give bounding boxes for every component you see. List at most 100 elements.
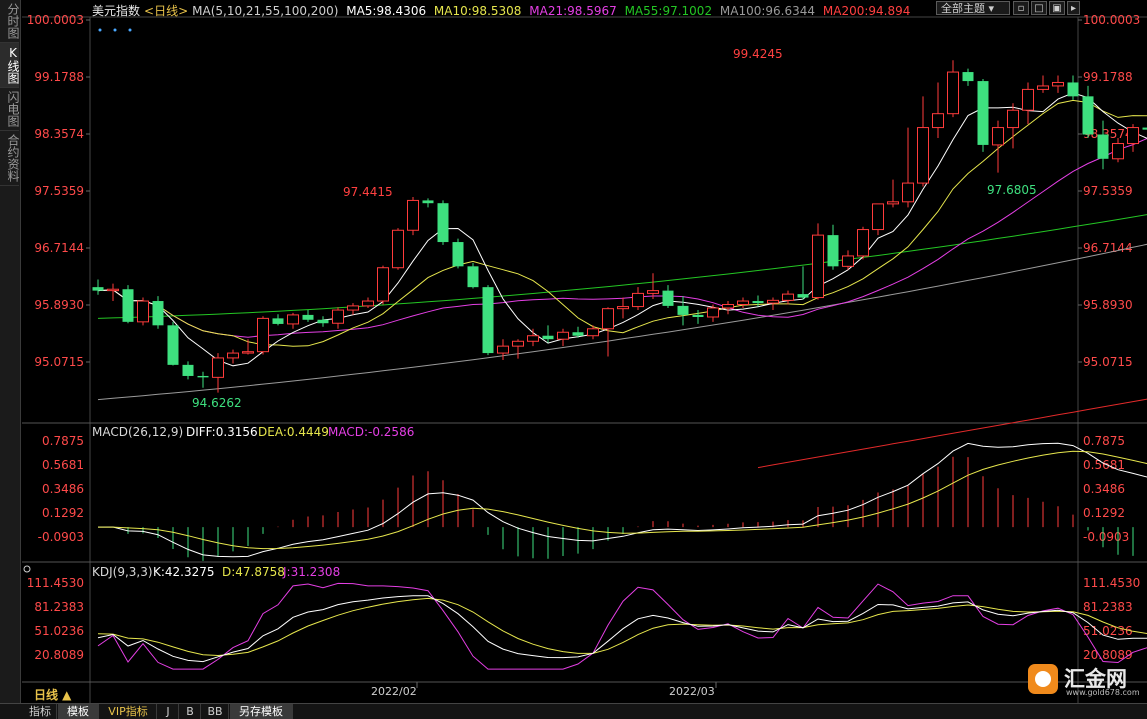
- candle-body: [498, 346, 509, 353]
- candle-body: [963, 72, 974, 81]
- candle-body: [363, 301, 374, 306]
- candle-body: [1083, 96, 1094, 134]
- price-tick-label-left: 95.0715: [34, 355, 84, 369]
- macd-tick-label-left: 0.5681: [42, 458, 84, 472]
- kdj-tick-label-right: 81.2383: [1083, 600, 1133, 614]
- x-tick-label: 2022/03: [669, 685, 715, 698]
- kdj-tick-label-left: 20.8089: [34, 648, 84, 662]
- candle-body: [468, 266, 479, 287]
- candle-body: [858, 230, 869, 256]
- candle-body: [768, 300, 779, 303]
- candle-body: [1113, 144, 1124, 159]
- candle-body: [273, 318, 284, 324]
- footer-toolbar: 指标 模板 VIP指标 J B BB 另存模板: [0, 703, 1147, 719]
- price-tick-label-right: 95.0715: [1083, 355, 1133, 369]
- candle-body: [783, 294, 794, 300]
- candle-body: [948, 72, 959, 114]
- price-tick-label-left: 97.5359: [34, 184, 84, 198]
- candle-body: [873, 204, 884, 230]
- candle-body: [723, 305, 734, 308]
- candle-body: [288, 315, 299, 324]
- candle-body: [393, 230, 404, 267]
- candle-body: [993, 128, 1004, 145]
- kdj-k-line: [98, 596, 1147, 662]
- candle-body: [1128, 128, 1139, 144]
- candle-body: [1008, 110, 1019, 127]
- macd-tick-label-left: 0.7875: [42, 434, 84, 448]
- kdj-tick-label-left: 51.0236: [34, 624, 84, 638]
- candle-body: [828, 235, 839, 266]
- candle-body: [543, 336, 554, 339]
- candle-body: [558, 332, 569, 339]
- high-annotation: 99.4245: [733, 47, 783, 61]
- tab-j[interactable]: J: [158, 704, 179, 719]
- candle-body: [888, 202, 899, 204]
- price-tick-label-right: 97.5359: [1083, 184, 1133, 198]
- dot-marker: [99, 29, 102, 32]
- macd-hist-value: MACD:-0.2586: [328, 425, 414, 439]
- macd-label: MACD(26,12,9): [92, 425, 183, 439]
- tab-bb[interactable]: BB: [202, 704, 229, 719]
- candle-body: [243, 352, 254, 353]
- candle-body: [513, 341, 524, 346]
- tab-save-template[interactable]: 另存模板: [230, 704, 293, 719]
- candle-body: [528, 336, 539, 342]
- candle-body: [693, 315, 704, 317]
- candle-body: [978, 81, 989, 145]
- candle-body: [123, 289, 134, 322]
- candle-body: [1068, 82, 1079, 96]
- kdj-d-value: D:47.8758: [222, 565, 285, 579]
- candle-body: [663, 291, 674, 306]
- ma5-line: [98, 93, 1147, 366]
- trough-annotation: 94.6262: [192, 396, 242, 410]
- dot-marker: [114, 29, 117, 32]
- kdj-marker-icon: [24, 566, 30, 572]
- candle-body: [108, 289, 119, 290]
- candle-body: [228, 353, 239, 358]
- tab-b[interactable]: B: [180, 704, 201, 719]
- price-tick-label-right: 100.0003: [1083, 13, 1140, 27]
- price-tick-label-left: 96.7144: [34, 241, 84, 255]
- macd-tick-label-right: 0.1292: [1083, 506, 1125, 520]
- candle-body: [1023, 89, 1034, 110]
- candle-body: [198, 376, 209, 377]
- candle-body: [708, 308, 719, 317]
- macd-tick-label-left: 0.3486: [42, 482, 84, 496]
- candle-body: [168, 325, 179, 365]
- candle-body: [603, 309, 614, 329]
- price-tick-label-left: 100.0003: [27, 13, 84, 27]
- period-indicator[interactable]: 日线 ▲: [34, 686, 71, 703]
- candle-body: [483, 287, 494, 353]
- price-tick-label-left: 99.1788: [34, 70, 84, 84]
- candle-body: [903, 183, 914, 202]
- macd-diff-value: DIFF:0.3156: [186, 425, 258, 439]
- logo-mark-icon: [1028, 664, 1058, 694]
- candle-body: [933, 114, 944, 128]
- price-tick-label-left: 98.3574: [34, 127, 84, 141]
- candle-body: [633, 293, 644, 306]
- dot-marker: [129, 29, 132, 32]
- kdj-j-value: J:31.2308: [282, 565, 340, 579]
- macd-diff-line: [98, 443, 1147, 557]
- candle-body: [138, 301, 149, 322]
- candle-body: [918, 128, 929, 184]
- candle-body: [153, 301, 164, 325]
- candle-body: [348, 306, 359, 310]
- kdj-tick-label-left: 81.2383: [34, 600, 84, 614]
- candle-body: [678, 306, 689, 315]
- candle-body: [1038, 86, 1049, 89]
- candle-body: [438, 203, 449, 242]
- candle-body: [213, 358, 224, 377]
- tab-indicators[interactable]: 指标: [24, 704, 57, 719]
- tab-template[interactable]: 模板: [58, 704, 99, 719]
- candle-body: [333, 310, 344, 323]
- candle-body: [798, 294, 809, 297]
- candle-body: [588, 329, 599, 336]
- tab-vip-indicators[interactable]: VIP指标: [100, 704, 157, 719]
- candle-body: [738, 301, 749, 304]
- candle-body: [408, 200, 419, 230]
- price-tick-label-left: 95.8930: [34, 298, 84, 312]
- candle-body: [453, 242, 464, 266]
- candle-body: [378, 268, 389, 301]
- x-tick-label: 2022/02: [371, 685, 417, 698]
